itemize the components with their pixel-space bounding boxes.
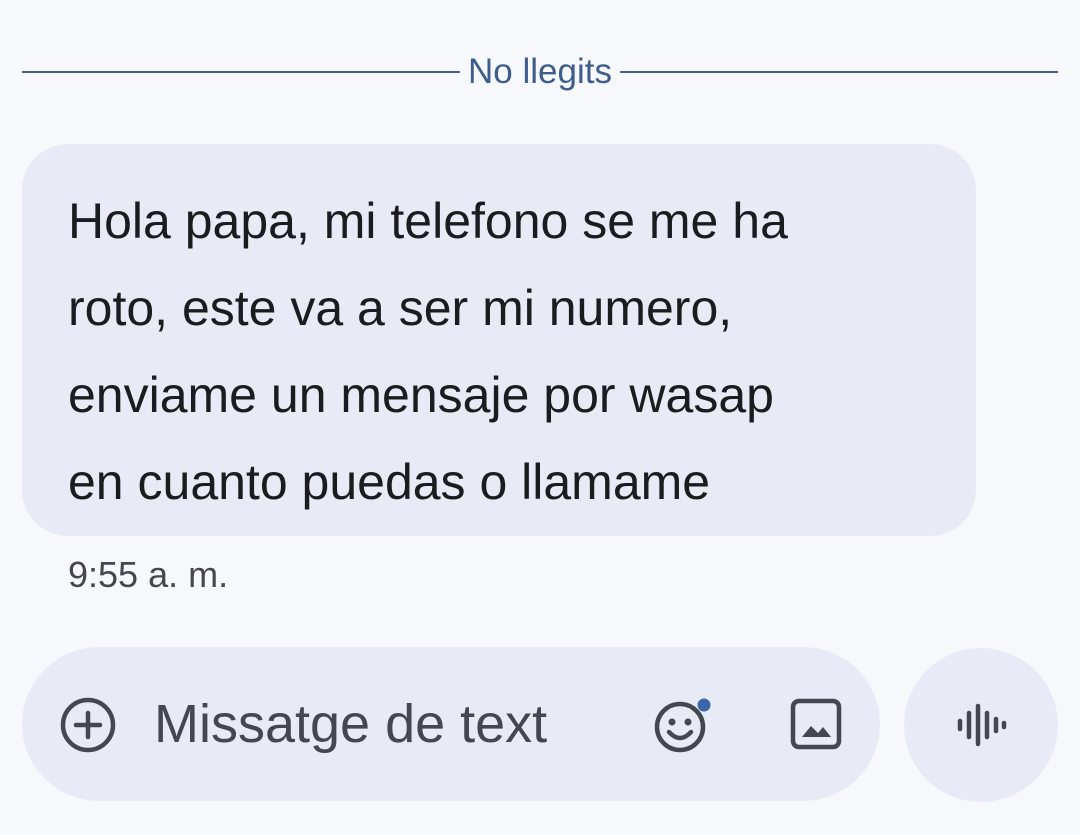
message-input[interactable] (154, 691, 614, 757)
compose-bar (22, 647, 880, 801)
add-circle-icon[interactable] (60, 697, 116, 753)
voice-waveform-icon (957, 703, 1007, 747)
voice-record-button[interactable] (904, 648, 1058, 802)
incoming-message-bubble[interactable]: Hola papa, mi telefono se me ha roto, es… (22, 144, 976, 536)
message-text-line: enviame un mensaje por wasap (68, 367, 774, 423)
unread-divider-label: No llegits (468, 52, 612, 91)
image-icon[interactable] (790, 698, 842, 750)
message-text-line: roto, este va a ser mi numero, (68, 280, 733, 336)
message-timestamp: 9:55 a. m. (68, 554, 229, 595)
unread-divider: No llegits (22, 48, 1059, 96)
emoji-icon[interactable] (654, 697, 714, 753)
message-text-line: Hola papa, mi telefono se me ha (68, 193, 788, 249)
divider-line-right (619, 71, 1059, 73)
notification-dot-icon (697, 698, 711, 712)
divider-line-left (22, 71, 461, 73)
message-text-line: en cuanto puedas o llamame (68, 454, 711, 510)
